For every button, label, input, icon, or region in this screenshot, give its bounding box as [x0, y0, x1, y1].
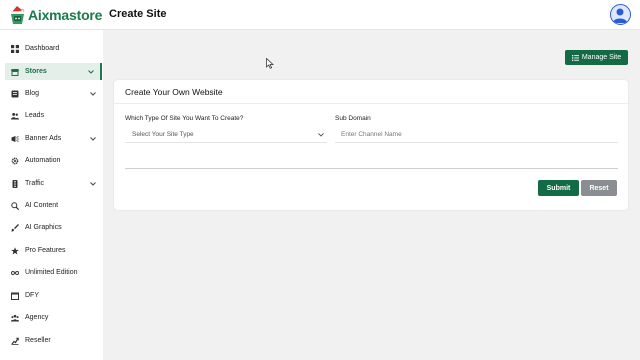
sidebar-item-ai-content[interactable]: AI Content — [5, 197, 102, 214]
sidebar-item-dfy[interactable]: DFY — [5, 287, 102, 304]
sidebar-item-label: Pro Features — [25, 247, 66, 254]
submit-button[interactable]: Submit — [538, 180, 579, 196]
sidebar-item-pro-features[interactable]: Pro Features — [5, 242, 102, 259]
sidebar-item-reseller[interactable]: Reseller — [5, 332, 102, 349]
sidebar-item-label: Leads — [25, 112, 45, 119]
reset-button[interactable]: Reset — [581, 180, 617, 196]
sidebar-item-ai-graphics[interactable]: AI Graphics — [5, 219, 102, 236]
sidebar-item-dashboard[interactable]: Dashboard — [5, 40, 102, 57]
site-type-select[interactable]: Select Your Site Type — [125, 127, 327, 143]
card-title: Create Your Own Website — [125, 87, 223, 97]
subdomain-label: Sub Domain — [335, 115, 371, 122]
user-avatar[interactable] — [610, 4, 631, 25]
mouse-cursor-icon — [266, 58, 274, 69]
dashboard-grid-icon — [11, 44, 19, 53]
sidebar-item-label: Stores — [25, 68, 47, 75]
sidebar-item-banner-ads[interactable]: Banner Ads — [5, 130, 102, 147]
sidebar-item-traffic[interactable]: Traffic — [5, 175, 102, 192]
store-icon — [11, 68, 19, 76]
sidebar-item-label: AI Graphics — [25, 224, 62, 231]
star-icon — [11, 246, 19, 255]
top-bar: Aixmastore Create Site — [0, 0, 640, 30]
sidebar-item-label: Unlimited Edition — [25, 269, 78, 276]
subdomain-placeholder: Enter Channel Name — [341, 131, 402, 138]
sidebar-item-label: AI Content — [25, 202, 59, 209]
logo-text: Aixmastore — [28, 7, 103, 23]
chevron-down-icon — [89, 90, 97, 98]
sidebar-item-agency[interactable]: Agency — [5, 309, 102, 326]
sidebar-item-stores[interactable]: Stores — [5, 63, 102, 80]
sidebar-item-label: Automation — [25, 157, 61, 164]
sidebar-item-label: Blog — [25, 90, 40, 97]
infinity-icon — [11, 269, 19, 277]
sidebar-item-label: Dashboard — [25, 45, 60, 52]
subdomain-input[interactable]: Enter Channel Name — [335, 127, 618, 143]
chevron-down-icon — [87, 68, 95, 76]
traffic-icon — [11, 179, 19, 188]
search-icon — [11, 201, 19, 210]
sidebar-item-automation[interactable]: Automation — [5, 152, 102, 169]
create-site-card: Create Your Own Website Which Type Of Si… — [114, 80, 628, 210]
chevron-down-icon — [89, 135, 97, 143]
sidebar-item-label: Traffic — [25, 180, 45, 187]
gear-icon — [11, 157, 19, 165]
sidebar: Dashboard Stores Blog Leads Banner Ads A… — [0, 30, 103, 360]
brush-icon — [11, 223, 19, 232]
banner-icon — [11, 135, 19, 143]
sidebar-item-blog[interactable]: Blog — [5, 85, 102, 102]
site-type-value: Select Your Site Type — [132, 131, 194, 138]
sidebar-item-label: Agency — [25, 314, 49, 321]
sidebar-item-label: Banner Ads — [25, 135, 62, 142]
card-divider — [114, 103, 628, 104]
logo[interactable]: Aixmastore — [9, 4, 102, 26]
chevron-down-icon — [318, 132, 324, 139]
sidebar-item-label: Reseller — [25, 337, 51, 344]
chevron-down-icon — [89, 180, 97, 188]
form-divider — [125, 168, 618, 169]
users-icon — [11, 112, 19, 120]
site-type-label: Which Type Of Site You Want To Create? — [125, 115, 244, 122]
user-icon — [613, 8, 627, 23]
manage-site-button[interactable]: Manage Site — [565, 50, 628, 65]
box-icon — [11, 292, 19, 300]
sidebar-item-label: DFY — [25, 292, 39, 299]
reseller-icon — [11, 337, 19, 345]
page-title: Create Site — [109, 8, 167, 20]
list-icon — [571, 54, 579, 61]
sidebar-item-leads[interactable]: Leads — [5, 107, 102, 124]
sidebar-item-unlimited-edition[interactable]: Unlimited Edition — [5, 264, 102, 281]
logo-icon — [9, 5, 26, 25]
agency-icon — [11, 314, 19, 322]
blog-icon — [11, 90, 19, 98]
manage-site-label: Manage Site — [581, 54, 622, 61]
